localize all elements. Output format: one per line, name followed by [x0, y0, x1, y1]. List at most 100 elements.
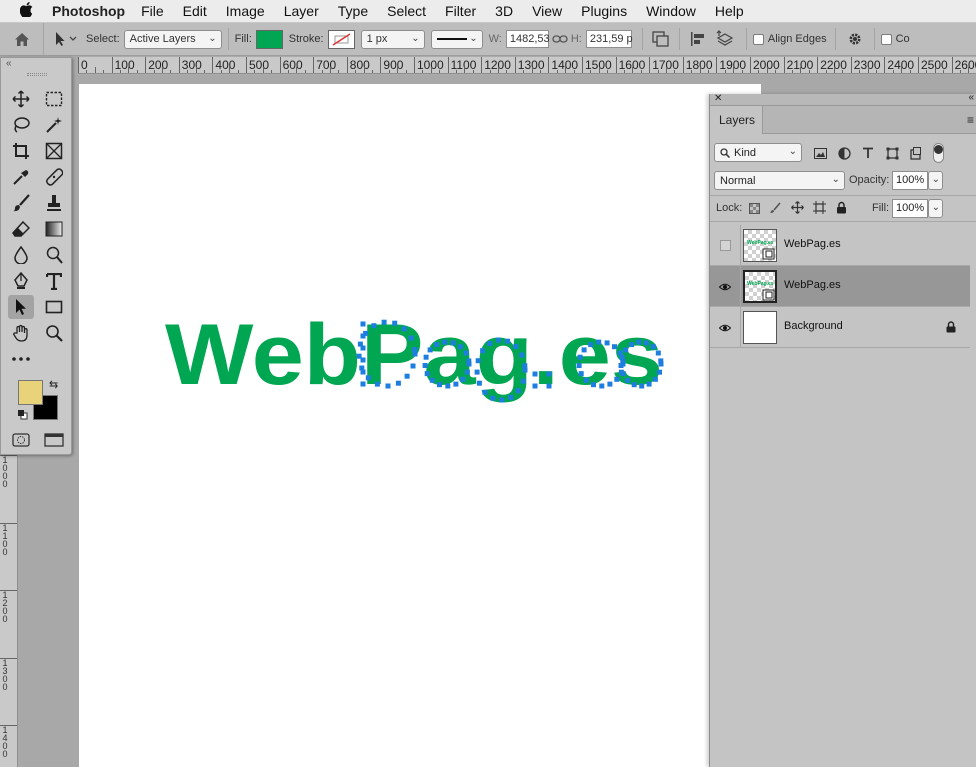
eyedropper-tool-icon[interactable] [8, 165, 34, 189]
fill-swatch[interactable] [255, 29, 283, 49]
menu-help[interactable]: Help [715, 3, 744, 19]
stroke-width-dropdown[interactable]: 1 px ⌄ [360, 29, 425, 49]
menu-image[interactable]: Image [226, 3, 265, 19]
layer-row-selected[interactable]: WebPag.es WebPag.es [710, 266, 970, 307]
fill-field[interactable]: 100% [892, 199, 928, 218]
apple-menu-icon[interactable] [0, 1, 52, 21]
visibility-toggle[interactable] [710, 266, 741, 307]
select-dropdown[interactable]: Active Layers ⌄ [123, 29, 222, 49]
anchor-point[interactable] [532, 383, 538, 389]
anchor-point[interactable] [423, 354, 429, 360]
anchor-point[interactable] [410, 363, 416, 369]
anchor-point[interactable] [596, 339, 602, 345]
dodge-tool-icon[interactable] [41, 243, 67, 267]
foreground-color-swatch[interactable] [18, 380, 43, 405]
anchor-point[interactable] [360, 321, 366, 327]
home-icon[interactable] [0, 23, 44, 55]
anchor-point[interactable] [442, 339, 448, 345]
marquee-tool-icon[interactable] [41, 87, 67, 111]
anchor-point[interactable] [360, 369, 366, 375]
anchor-point[interactable] [490, 395, 496, 401]
panel-header[interactable]: ✕ « [710, 92, 976, 106]
anchor-point[interactable] [408, 335, 414, 341]
anchor-point[interactable] [422, 363, 428, 368]
gear-icon[interactable] [842, 32, 868, 46]
pen-tool-icon[interactable] [8, 269, 34, 293]
anchor-point[interactable] [581, 347, 587, 353]
anchor-point[interactable] [623, 347, 629, 353]
anchor-point[interactable] [644, 340, 649, 346]
anchor-point[interactable] [360, 333, 366, 339]
frame-tool-icon[interactable] [41, 139, 67, 163]
anchor-point[interactable] [588, 342, 594, 348]
anchor-point[interactable] [401, 326, 407, 332]
anchor-point[interactable] [620, 371, 626, 377]
opacity-slider-button[interactable]: ⌄ [928, 171, 943, 190]
lock-icon[interactable] [946, 321, 956, 336]
anchor-point[interactable] [434, 342, 440, 348]
lock-image-icon[interactable] [768, 201, 782, 215]
anchor-point[interactable] [619, 354, 625, 360]
hand-tool-icon[interactable] [8, 321, 34, 345]
anchor-point[interactable] [577, 354, 583, 360]
anchor-point[interactable] [631, 382, 637, 388]
anchor-point[interactable] [636, 339, 642, 345]
anchor-point[interactable] [599, 383, 605, 389]
anchor-point[interactable] [496, 337, 501, 343]
anchor-point[interactable] [412, 347, 418, 352]
anchor-point[interactable] [445, 383, 451, 389]
menu-edit[interactable]: Edit [183, 3, 207, 19]
fill-slider-button[interactable]: ⌄ [928, 199, 943, 218]
opacity-field[interactable]: 100% [892, 171, 928, 190]
panel-grip[interactable] [27, 73, 47, 76]
path-arrangement-icon[interactable] [710, 30, 740, 48]
anchor-point[interactable] [546, 383, 552, 389]
anchor-point[interactable] [499, 397, 505, 403]
filter-toggle[interactable] [933, 143, 944, 163]
anchor-point[interactable] [480, 348, 486, 354]
anchor-point[interactable] [604, 340, 610, 346]
anchor-point[interactable] [578, 371, 584, 377]
blur-tool-icon[interactable] [8, 243, 34, 267]
anchor-point[interactable] [475, 358, 481, 364]
anchor-point[interactable] [360, 381, 366, 387]
move-tool-icon[interactable] [8, 87, 34, 111]
anchor-point[interactable] [464, 369, 470, 375]
anchor-point[interactable] [476, 380, 482, 386]
link-icon[interactable] [549, 34, 571, 44]
eraser-tool-icon[interactable] [8, 217, 34, 241]
anchor-point[interactable] [625, 377, 631, 383]
anchor-point[interactable] [522, 363, 528, 369]
anchor-point[interactable] [519, 352, 525, 358]
collapse-icon[interactable]: « [968, 92, 974, 103]
anchor-point[interactable] [546, 371, 552, 377]
anchor-point[interactable] [360, 357, 366, 363]
constrain-checkbox[interactable] [880, 33, 892, 45]
menu-3d[interactable]: 3D [495, 3, 513, 19]
width-field[interactable]: 1482,53 [505, 30, 550, 48]
anchor-point[interactable] [520, 378, 526, 384]
anchor-point[interactable] [412, 351, 418, 357]
stroke-swatch[interactable] [327, 29, 355, 49]
filter-pixel-icon[interactable] [812, 145, 828, 161]
quick-mask-icon[interactable] [8, 428, 34, 452]
layer-row[interactable]: Background [710, 307, 970, 348]
anchor-point[interactable] [515, 388, 521, 394]
anchor-point[interactable] [583, 377, 589, 383]
app-menu[interactable]: Photoshop [52, 3, 125, 19]
anchor-point[interactable] [427, 347, 433, 353]
anchor-point[interactable] [450, 340, 456, 346]
panel-menu-icon[interactable]: ≡ [967, 113, 974, 127]
filter-adjustment-icon[interactable] [836, 145, 852, 161]
anchor-point[interactable] [371, 323, 377, 329]
anchor-point[interactable] [639, 383, 645, 389]
document-canvas[interactable] [79, 84, 761, 767]
anchor-point[interactable] [437, 382, 442, 388]
menu-filter[interactable]: Filter [445, 3, 476, 19]
filter-kind-dropdown[interactable]: Kind ⌄ [714, 143, 802, 162]
anchor-point[interactable] [453, 381, 459, 387]
lock-artboard-icon[interactable] [812, 200, 826, 214]
path-operations-icon[interactable] [649, 31, 673, 47]
crop-tool-icon[interactable] [8, 139, 34, 163]
anchor-point[interactable] [395, 380, 401, 386]
